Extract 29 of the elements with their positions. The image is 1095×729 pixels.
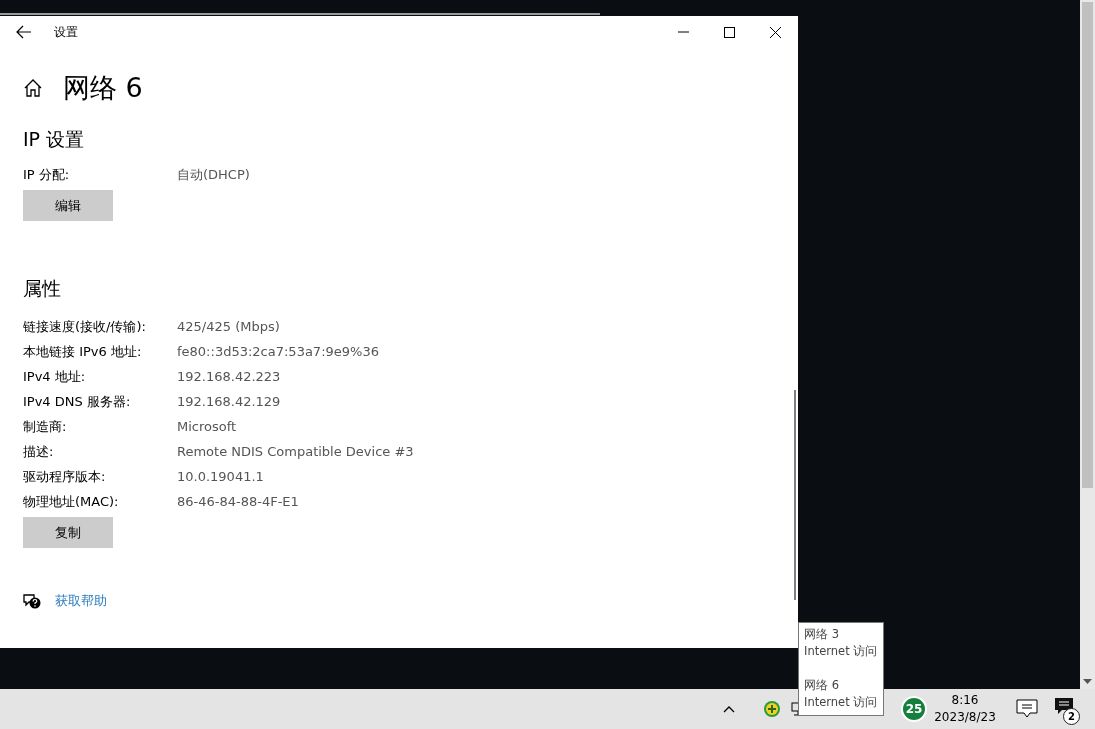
property-label: IPv4 地址: [23,368,87,386]
network-status: Internet 访问 [804,694,878,711]
network-name: 网络 6 [804,677,840,694]
property-label: IPv4 DNS 服务器: [23,393,132,411]
property-value: fe80::3d53:2ca7:53a7:9e9%36 [177,343,379,361]
page-title: 网络 6 [63,71,143,105]
property-value: 192.168.42.223 [177,368,281,386]
network-status: Internet 访问 [804,643,878,660]
clock-time: 8:16 [951,692,979,709]
property-label: 本地链接 IPv6 地址: [23,343,143,361]
window-title: 设置 [54,23,79,41]
property-label: IP 分配: [23,166,71,184]
property-value: 自动(DHCP) [177,166,250,184]
network-name: 网络 3 [804,626,840,643]
property-label: 驱动程序版本: [23,468,107,486]
property-value: 425/425 (Mbps) [177,318,280,336]
property-value: Microsoft [177,418,237,436]
property-label: 描述: [23,443,55,461]
property-label: 物理地址(MAC): [23,493,120,511]
property-value: 192.168.42.129 [177,393,281,411]
clock-date: 2023/8/23 [934,709,996,726]
section-heading: 属性 [23,276,62,301]
property-label: 制造商: [23,418,68,436]
property-label: 链接速度(接收/传输): [23,318,147,336]
section-heading: IP 设置 [23,127,86,152]
notification-count: 2 [1063,708,1080,725]
property-value: Remote NDIS Compatible Device #3 [177,443,414,461]
property-value: 86-46-84-88-4F-E1 [177,493,299,511]
property-value: 10.0.19041.1 [177,468,264,486]
